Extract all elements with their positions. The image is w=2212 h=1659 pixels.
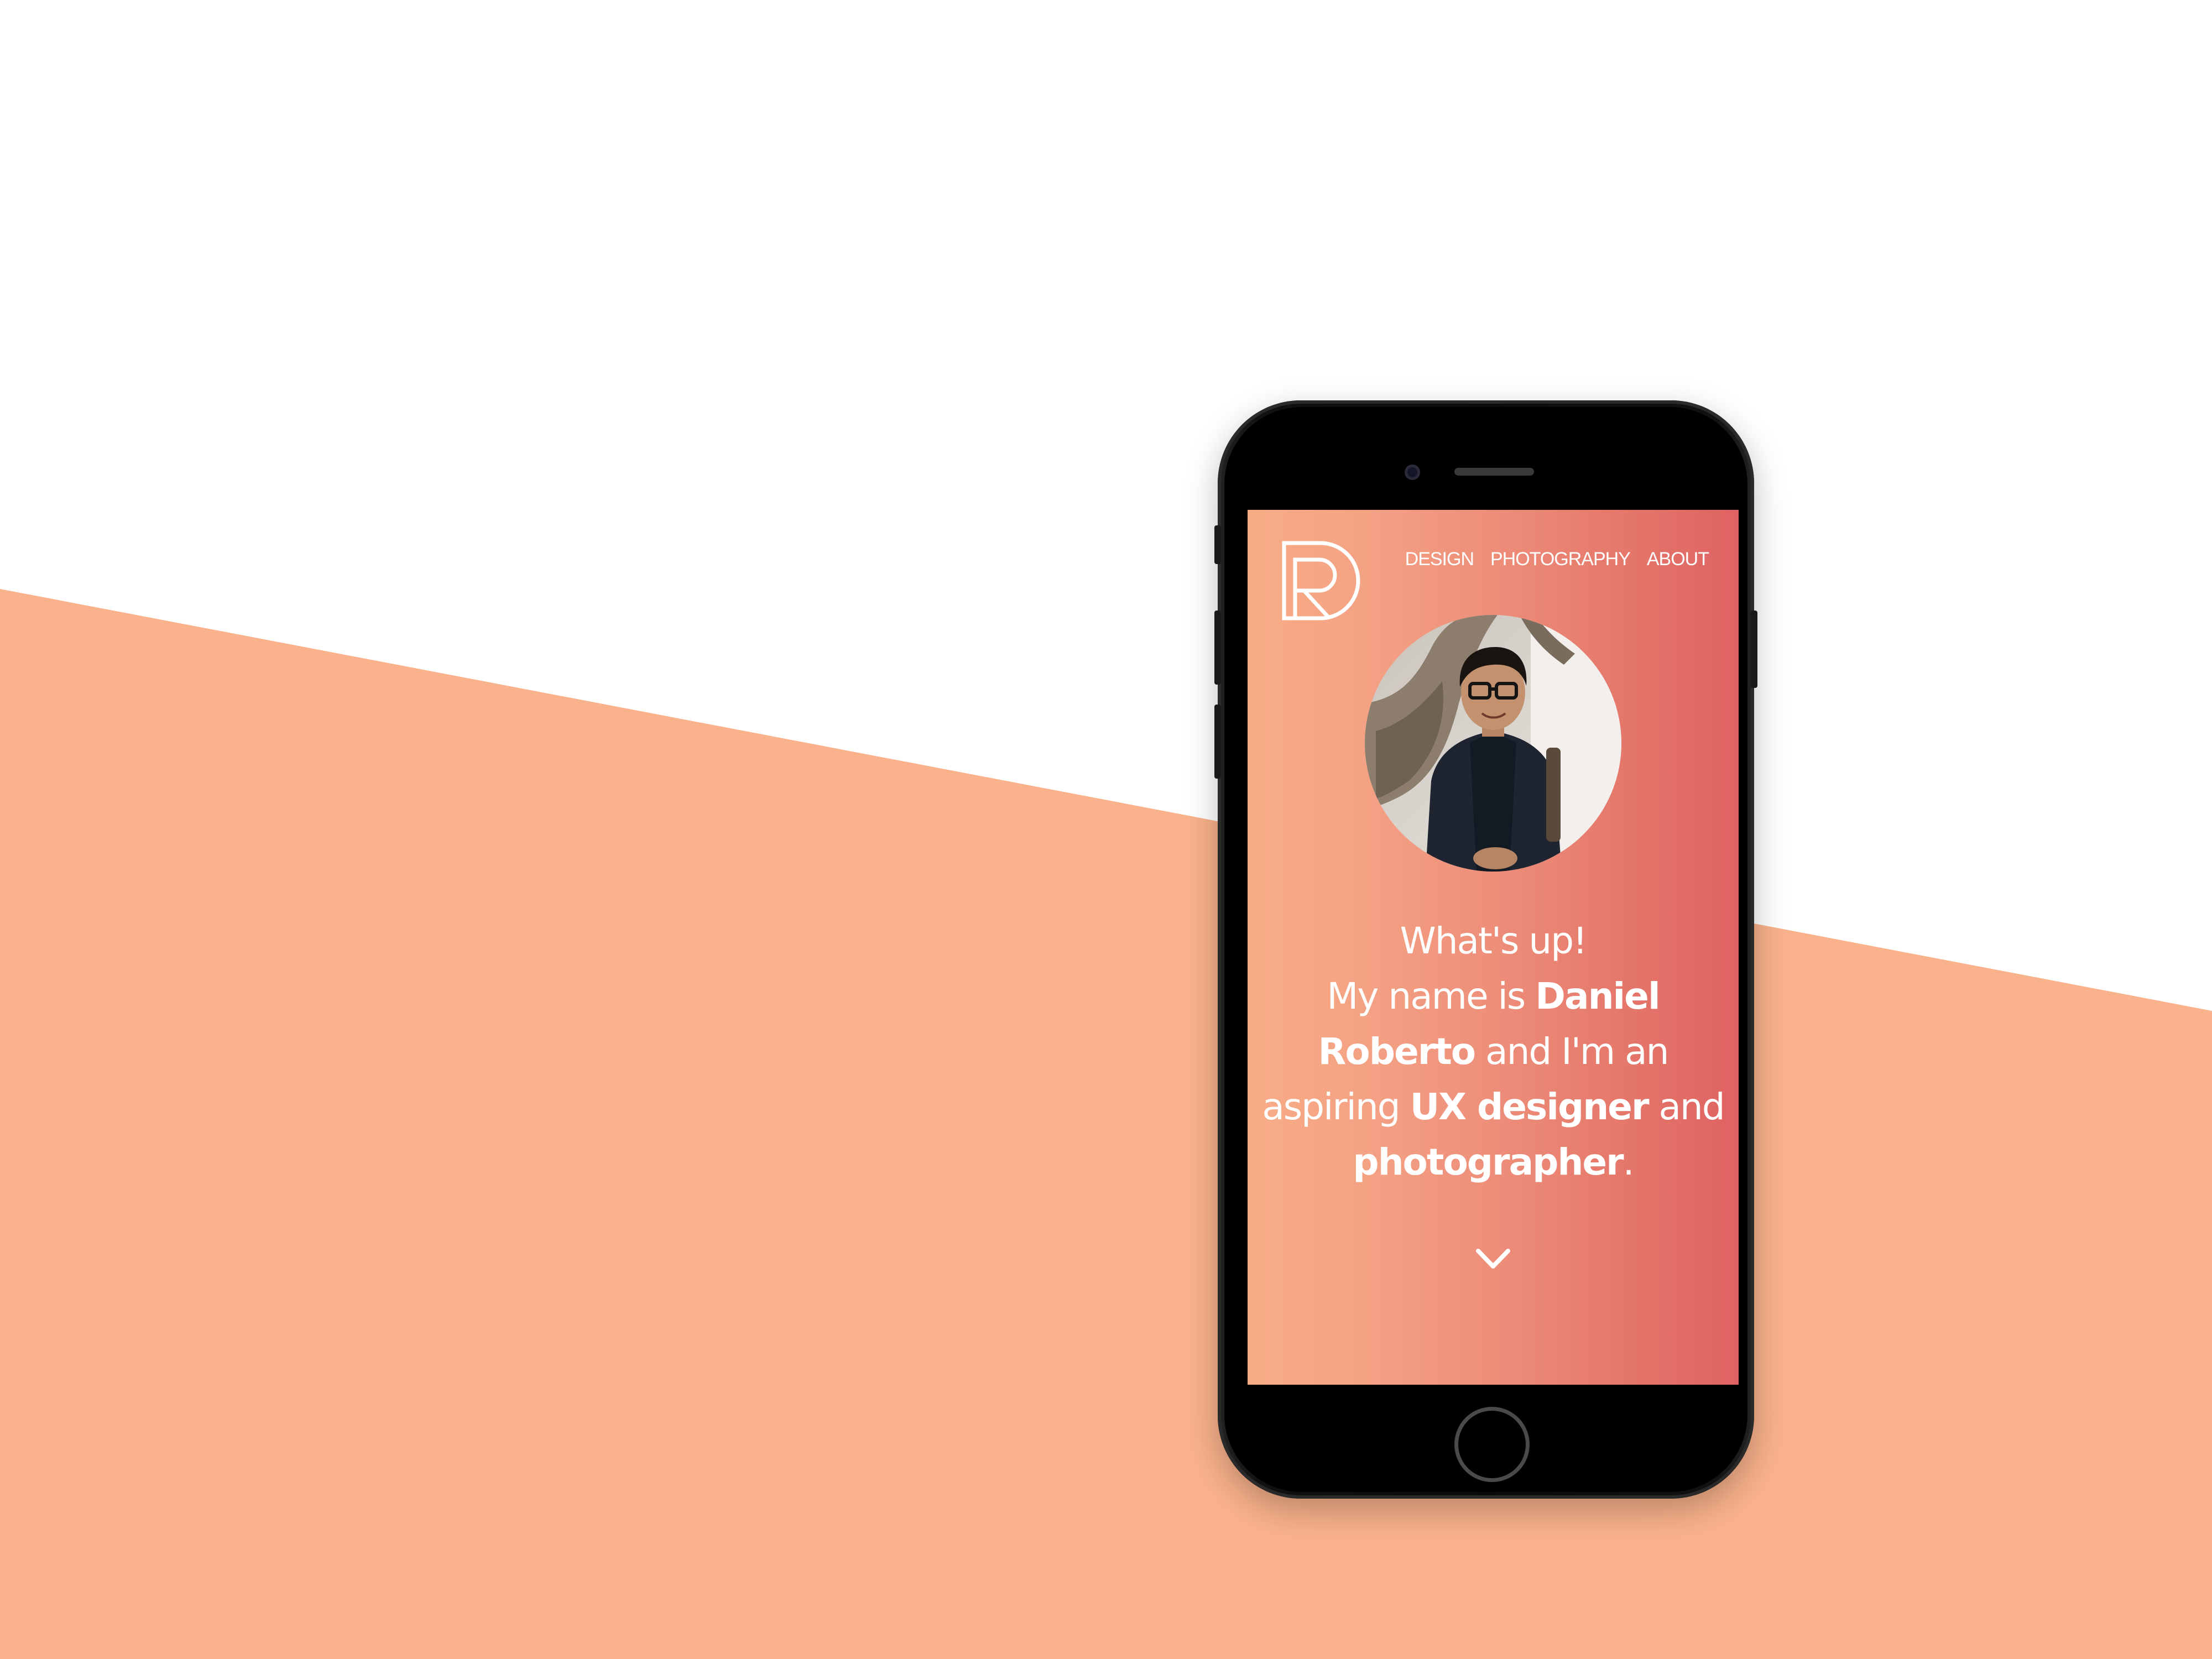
- intro-line-2: My name is Daniel Roberto and I'm an asp…: [1248, 969, 1739, 1190]
- front-camera: [1405, 465, 1420, 480]
- chevron-down-icon[interactable]: [1474, 1245, 1512, 1273]
- background: [0, 0, 2212, 1659]
- dr-monogram-icon[interactable]: [1281, 540, 1364, 623]
- home-button[interactable]: [1454, 1407, 1530, 1482]
- photo-hands: [1473, 847, 1517, 869]
- intro-greeting: What's up!: [1400, 920, 1587, 962]
- intro-text: What's up! My name is Daniel Roberto and…: [1248, 914, 1739, 1190]
- intro-period: .: [1623, 1141, 1635, 1183]
- intro-role-photographer: photographer: [1353, 1141, 1624, 1183]
- nav-item-design[interactable]: DESIGN: [1405, 549, 1474, 570]
- intro-role-ux: UX designer: [1410, 1086, 1650, 1128]
- phone-front: DESIGN PHOTOGRAPHY ABOUT What's up! My n…: [1224, 407, 1747, 1492]
- phone-power-button: [1751, 611, 1757, 688]
- phone-volume-down: [1214, 705, 1221, 779]
- phone-volume-up: [1214, 611, 1221, 685]
- nav-item-about[interactable]: ABOUT: [1647, 549, 1709, 570]
- nav-item-photography[interactable]: PHOTOGRAPHY: [1490, 549, 1631, 570]
- phone-screen: DESIGN PHOTOGRAPHY ABOUT What's up! My n…: [1248, 510, 1739, 1385]
- phone-mute-switch: [1214, 525, 1221, 564]
- phone-mockup: DESIGN PHOTOGRAPHY ABOUT What's up! My n…: [1214, 400, 1757, 1499]
- intro-prefix: My name is: [1327, 975, 1526, 1018]
- profile-photo: [1365, 615, 1621, 872]
- photo-backpack-strap: [1546, 748, 1561, 842]
- earpiece-speaker: [1454, 468, 1534, 476]
- intro-conjunction: and: [1658, 1086, 1725, 1128]
- main-nav: DESIGN PHOTOGRAPHY ABOUT: [1405, 549, 1709, 570]
- profile-photo-illustration: [1365, 615, 1621, 872]
